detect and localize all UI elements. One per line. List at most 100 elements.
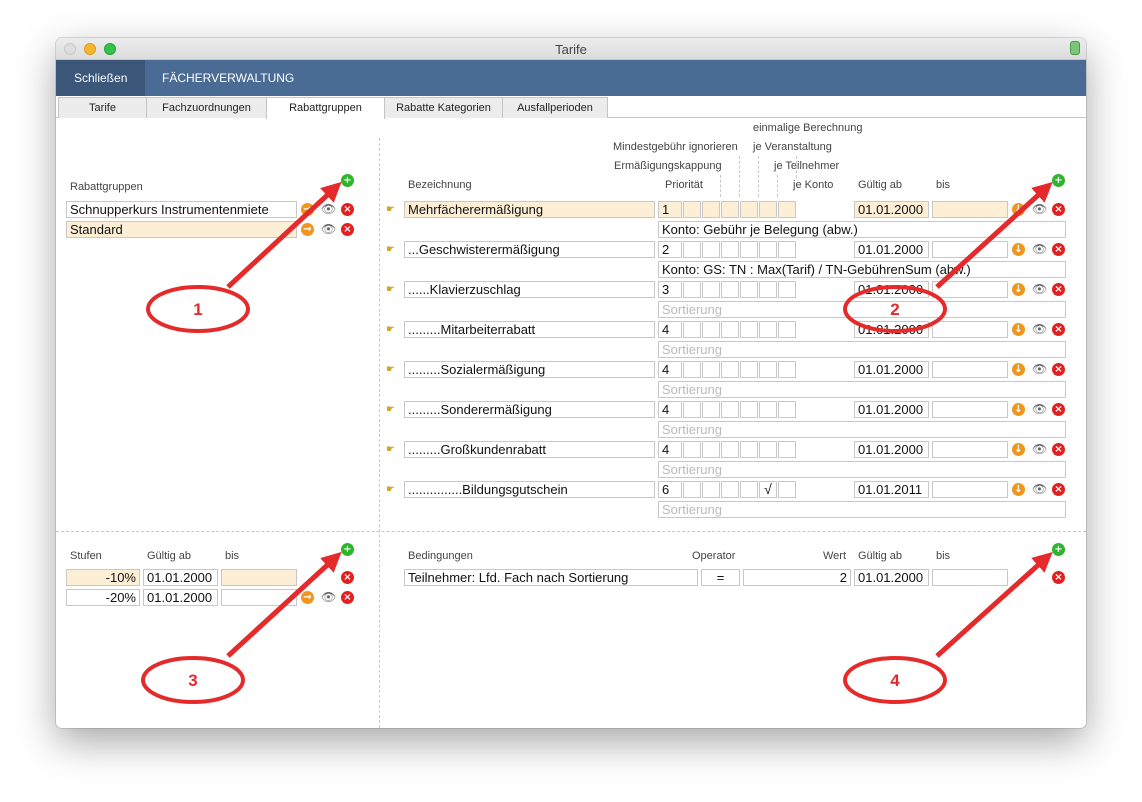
goto-arrow-icon[interactable]: ↓ bbox=[1012, 243, 1025, 256]
drag-handle-icon[interactable]: ☛ bbox=[386, 205, 400, 215]
bedingung-to-field[interactable] bbox=[932, 569, 1008, 586]
rabatt-option-checkbox[interactable] bbox=[740, 201, 758, 218]
rabatt-from-field[interactable]: 01.01.2000 bbox=[854, 401, 929, 418]
rabatt-option-checkbox[interactable] bbox=[721, 361, 739, 378]
rabatt-option-checkbox[interactable] bbox=[683, 481, 701, 498]
rabatt-option-checkbox[interactable] bbox=[683, 241, 701, 258]
tab-tarife[interactable]: Tarife bbox=[58, 97, 147, 118]
rabatt-option-checkbox[interactable] bbox=[721, 201, 739, 218]
eye-icon[interactable]: 👁 bbox=[1032, 363, 1047, 376]
drag-handle-icon[interactable]: ☛ bbox=[386, 245, 400, 255]
rabatt-option-checkbox[interactable] bbox=[740, 281, 758, 298]
delete-x-icon[interactable]: × bbox=[1052, 571, 1065, 584]
goto-arrow-icon[interactable]: ↓ bbox=[1012, 483, 1025, 496]
bedingung-from-field[interactable]: 01.01.2000 bbox=[854, 569, 929, 586]
bedingung-name-field[interactable]: Teilnehmer: Lfd. Fach nach Sortierung bbox=[404, 569, 698, 586]
rabatt-option-checkbox[interactable] bbox=[759, 241, 777, 258]
rabatt-prioritaet-field[interactable]: 6 bbox=[658, 481, 682, 498]
rabatt-option-checkbox[interactable] bbox=[683, 321, 701, 338]
drag-handle-icon[interactable]: ☛ bbox=[386, 445, 400, 455]
rabatt-option-checkbox[interactable] bbox=[721, 281, 739, 298]
stufe-from-field[interactable]: 01.01.2000 bbox=[143, 589, 218, 606]
rabattgruppe-name-field[interactable]: Schnupperkurs Instrumentenmiete bbox=[66, 201, 297, 218]
eye-icon[interactable]: 👁 bbox=[321, 591, 336, 604]
stufe-to-field[interactable] bbox=[221, 589, 297, 606]
rabatt-option-checkbox[interactable] bbox=[683, 441, 701, 458]
tab-rabattgruppen[interactable]: Rabattgruppen bbox=[266, 97, 385, 119]
delete-x-icon[interactable]: × bbox=[1052, 283, 1065, 296]
rabatt-option-checkbox[interactable] bbox=[759, 361, 777, 378]
rabatt-option-checkbox[interactable] bbox=[702, 281, 720, 298]
delete-x-icon[interactable]: × bbox=[1052, 483, 1065, 496]
rabatt-konto-field[interactable]: Sortierung bbox=[658, 421, 1066, 438]
rabatt-name-field[interactable]: .........Sonderermäßigung bbox=[404, 401, 655, 418]
delete-x-icon[interactable]: × bbox=[341, 591, 354, 604]
drag-handle-icon[interactable]: ☛ bbox=[386, 325, 400, 335]
rabatt-prioritaet-field[interactable]: 4 bbox=[658, 321, 682, 338]
rabatt-to-field[interactable] bbox=[932, 321, 1008, 338]
rabatt-to-field[interactable] bbox=[932, 201, 1008, 218]
goto-arrow-icon[interactable]: ↓ bbox=[1012, 283, 1025, 296]
drag-handle-icon[interactable]: ☛ bbox=[386, 285, 400, 295]
rabatt-option-checkbox[interactable] bbox=[702, 201, 720, 218]
rabatt-to-field[interactable] bbox=[932, 401, 1008, 418]
delete-x-icon[interactable]: × bbox=[1052, 443, 1065, 456]
goto-arrow-icon[interactable]: ↓ bbox=[1012, 403, 1025, 416]
rabatt-option-checkbox[interactable] bbox=[740, 241, 758, 258]
delete-x-icon[interactable]: × bbox=[341, 571, 354, 584]
goto-arrow-icon[interactable]: → bbox=[301, 223, 314, 236]
rabatt-option-checkbox[interactable] bbox=[759, 401, 777, 418]
rabatt-konto-field[interactable]: Sortierung bbox=[658, 341, 1066, 358]
rabatt-prioritaet-field[interactable]: 4 bbox=[658, 441, 682, 458]
bedingung-operator-field[interactable]: = bbox=[701, 569, 740, 586]
rabatt-from-field[interactable]: 01.01.2000 bbox=[854, 361, 929, 378]
drag-handle-icon[interactable]: ☛ bbox=[386, 405, 400, 415]
rabatt-from-field[interactable]: 01.01.2000 bbox=[854, 321, 929, 338]
rabatt-from-field[interactable]: 01.01.2000 bbox=[854, 241, 929, 258]
tab-rabatte-kategorien[interactable]: Rabatte Kategorien bbox=[384, 97, 503, 118]
add-rabattgruppe-icon[interactable]: + bbox=[341, 174, 354, 187]
goto-arrow-icon[interactable]: ↓ bbox=[1012, 443, 1025, 456]
delete-x-icon[interactable]: × bbox=[341, 203, 354, 216]
add-rabatt-icon[interactable]: + bbox=[1052, 174, 1065, 187]
rabatt-prioritaet-field[interactable]: 3 bbox=[658, 281, 682, 298]
rabatt-from-field[interactable]: 01.01.2000 bbox=[854, 201, 929, 218]
rabatt-option-checkbox[interactable] bbox=[683, 361, 701, 378]
eye-icon[interactable]: 👁 bbox=[1032, 443, 1047, 456]
rabatt-option-checkbox[interactable] bbox=[740, 441, 758, 458]
add-bedingung-icon[interactable]: + bbox=[1052, 543, 1065, 556]
delete-x-icon[interactable]: × bbox=[1052, 363, 1065, 376]
rabatt-from-field[interactable]: 01.01.2011 bbox=[854, 481, 929, 498]
rabatt-option-checkbox[interactable] bbox=[778, 201, 796, 218]
goto-arrow-icon[interactable]: ↓ bbox=[1012, 323, 1025, 336]
rabatt-name-field[interactable]: ...Geschwisterermäßigung bbox=[404, 241, 655, 258]
delete-x-icon[interactable]: × bbox=[1052, 323, 1065, 336]
rabatt-from-field[interactable]: 01.01.2000 bbox=[854, 441, 929, 458]
rabatt-option-checkbox[interactable] bbox=[702, 241, 720, 258]
rabatt-option-checkbox[interactable] bbox=[740, 481, 758, 498]
rabatt-konto-field[interactable]: Sortierung bbox=[658, 501, 1066, 518]
goto-arrow-icon[interactable]: → bbox=[301, 203, 314, 216]
faecherverwaltung-button[interactable]: FÄCHERVERWALTUNG bbox=[144, 60, 312, 96]
rabatt-to-field[interactable] bbox=[932, 361, 1008, 378]
rabatt-prioritaet-field[interactable]: 4 bbox=[658, 401, 682, 418]
rabatt-konto-field[interactable]: Konto: GS: TN : Max(Tarif) / TN-Gebühren… bbox=[658, 261, 1066, 278]
rabatt-option-checkbox[interactable] bbox=[778, 441, 796, 458]
rabatt-prioritaet-field[interactable]: 4 bbox=[658, 361, 682, 378]
eye-icon[interactable]: 👁 bbox=[1032, 323, 1047, 336]
rabatt-konto-field[interactable]: Sortierung bbox=[658, 461, 1066, 478]
rabatt-name-field[interactable]: .........Mitarbeiterrabatt bbox=[404, 321, 655, 338]
close-button[interactable]: Schließen bbox=[56, 60, 146, 96]
rabatt-konto-field[interactable]: Konto: Gebühr je Belegung (abw.) bbox=[658, 221, 1066, 238]
rabatt-to-field[interactable] bbox=[932, 481, 1008, 498]
rabatt-option-checkbox[interactable] bbox=[778, 241, 796, 258]
eye-icon[interactable]: 👁 bbox=[1032, 243, 1047, 256]
rabatt-option-checkbox[interactable] bbox=[759, 201, 777, 218]
rabatt-option-checkbox[interactable] bbox=[778, 361, 796, 378]
stufe-to-field[interactable] bbox=[221, 569, 297, 586]
delete-x-icon[interactable]: × bbox=[341, 223, 354, 236]
delete-x-icon[interactable]: × bbox=[1052, 203, 1065, 216]
eye-icon[interactable]: 👁 bbox=[1032, 203, 1047, 216]
bedingung-wert-field[interactable]: 2 bbox=[743, 569, 851, 586]
rabatt-konto-field[interactable]: Sortierung bbox=[658, 381, 1066, 398]
